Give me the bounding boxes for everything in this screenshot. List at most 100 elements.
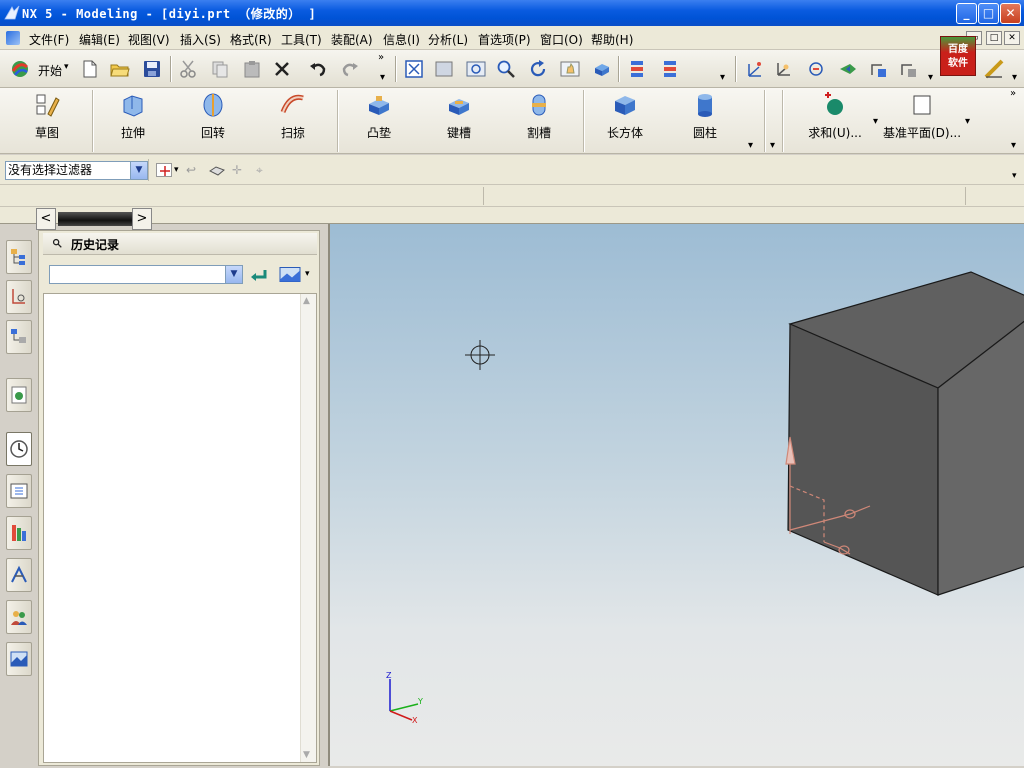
close-button[interactable]: ✕ — [1000, 3, 1021, 24]
maximize-button[interactable]: □ — [978, 3, 999, 24]
toolbar-dropdown-icon[interactable]: ▾ — [1012, 72, 1017, 83]
save-icon[interactable] — [140, 57, 164, 81]
wcs-orient-icon[interactable] — [836, 57, 860, 81]
wcs-save-icon[interactable] — [866, 57, 890, 81]
menu-assembly[interactable]: 装配(A) — [331, 31, 373, 48]
start-button[interactable]: 开始 — [38, 62, 62, 79]
graphics-canvas[interactable]: Z Y X — [330, 224, 1024, 766]
menu-view[interactable]: 视图(V) — [128, 31, 170, 48]
wcs-origin-icon[interactable] — [742, 57, 766, 81]
zoom-icon[interactable] — [464, 57, 488, 81]
menu-edit[interactable]: 编辑(E) — [79, 31, 120, 48]
assembly-navigator-icon[interactable] — [6, 240, 32, 274]
copy-icon[interactable] — [208, 57, 232, 81]
start-icon[interactable] — [8, 57, 32, 81]
mdi-maximize-icon[interactable]: □ — [986, 31, 1002, 45]
layer-visibility-icon[interactable] — [658, 57, 682, 81]
constraint-navigator-icon[interactable] — [6, 280, 32, 314]
deselect-icon[interactable] — [208, 163, 226, 177]
process-studio-icon[interactable] — [6, 558, 32, 592]
block-button[interactable]: 长方体 — [590, 92, 660, 141]
delete-icon[interactable] — [270, 57, 294, 81]
pin-icon[interactable] — [51, 237, 63, 249]
minimize-button[interactable]: _ — [956, 3, 977, 24]
shaded-view-icon[interactable] — [590, 57, 614, 81]
undo-selection-icon[interactable]: ↩ — [186, 163, 200, 177]
select-all-icon[interactable] — [156, 163, 172, 177]
snap-point-icon[interactable]: ✛ — [232, 163, 248, 177]
zoom-window-icon[interactable] — [432, 57, 456, 81]
redo-icon[interactable] — [338, 57, 362, 81]
scroll-down-icon[interactable]: ▼ — [303, 750, 310, 760]
datum-dropdown-icon[interactable]: ▾ — [965, 116, 970, 127]
toolbar-dropdown-icon[interactable]: ▾ — [748, 140, 753, 151]
history-filter-dropdown[interactable]: ▼ — [49, 265, 243, 284]
return-arrow-icon[interactable] — [249, 267, 269, 283]
vertical-scrollbar[interactable]: ▲ ▼ — [300, 294, 316, 762]
start-dropdown-icon[interactable]: ▾ — [64, 62, 69, 72]
toolbar-dropdown-icon[interactable]: ▾ — [720, 72, 725, 83]
open-folder-icon[interactable] — [108, 57, 132, 81]
toolbar-dropdown-icon[interactable]: ▾ — [770, 140, 775, 151]
part-navigator-icon[interactable] — [6, 320, 32, 354]
slot-button[interactable]: 键槽 — [424, 92, 494, 141]
pan-icon[interactable] — [558, 57, 582, 81]
groove-button[interactable]: 割槽 — [504, 92, 574, 141]
cut-icon[interactable] — [176, 57, 200, 81]
magnifier-icon[interactable] — [494, 57, 518, 81]
toolbar-dropdown-icon[interactable]: ▾ — [928, 72, 933, 83]
pad-button[interactable]: 凸垫 — [344, 92, 414, 141]
toolbar-dropdown-icon[interactable]: ▾ — [380, 72, 385, 83]
toolbar-dropdown-icon[interactable]: ▾ — [1012, 171, 1017, 181]
chevron-down-icon[interactable]: ▼ — [225, 266, 242, 283]
extrude-button[interactable]: 拉伸 — [98, 92, 168, 141]
mdi-close-icon[interactable]: ✕ — [1004, 31, 1020, 45]
rotate-icon[interactable] — [526, 57, 550, 81]
unite-dropdown-icon[interactable]: ▾ — [873, 116, 878, 127]
sweep-button[interactable]: 扫掠 — [258, 92, 328, 141]
reuse-library-icon[interactable] — [6, 474, 32, 508]
sketch-button[interactable]: 草图 — [12, 92, 82, 141]
history-icon[interactable] — [6, 432, 32, 466]
unite-button[interactable]: 求和(U)... — [800, 92, 870, 141]
menu-format[interactable]: 格式(R) — [230, 31, 272, 48]
roles-icon[interactable] — [6, 600, 32, 634]
scroll-up-icon[interactable]: ▲ — [303, 296, 310, 306]
feature-toolbar-overflow-icon[interactable]: » — [1010, 88, 1016, 99]
type-filter-dropdown[interactable]: 没有选择过滤器 ▼ — [5, 161, 148, 180]
palette-dropdown-icon[interactable]: ▾ — [305, 269, 310, 279]
measure-icon[interactable] — [982, 57, 1006, 81]
select-dropdown-icon[interactable]: ▾ — [174, 165, 179, 175]
menu-analysis[interactable]: 分析(L) — [428, 31, 468, 48]
wcs-display-icon[interactable] — [896, 57, 920, 81]
toolbar-overflow-icon[interactable]: » — [378, 52, 384, 63]
toolbar-dropdown-icon[interactable]: ▾ — [1011, 140, 1016, 151]
revolve-button[interactable]: 回转 — [178, 92, 248, 141]
navigator-scroll-left-button[interactable]: < — [36, 208, 56, 230]
menu-tools[interactable]: 工具(T) — [281, 31, 322, 48]
new-file-icon[interactable] — [78, 57, 102, 81]
history-list[interactable]: ▲ ▼ — [43, 293, 317, 763]
image-palette-icon[interactable] — [279, 266, 301, 283]
palette-icon[interactable] — [6, 516, 32, 550]
menu-file[interactable]: 文件(F) — [29, 31, 69, 48]
menu-insert[interactable]: 插入(S) — [180, 31, 221, 48]
menu-preferences[interactable]: 首选项(P) — [478, 31, 531, 48]
menu-window[interactable]: 窗口(O) — [540, 31, 583, 48]
paste-icon[interactable] — [240, 57, 264, 81]
graphics-window[interactable]: Z Y X — [328, 224, 1024, 766]
menu-information[interactable]: 信息(I) — [383, 31, 420, 48]
menu-help[interactable]: 帮助(H) — [591, 31, 633, 48]
navigator-scroll-right-button[interactable]: > — [132, 208, 152, 230]
document-icon[interactable] — [6, 31, 20, 45]
title-bar[interactable]: NX 5 - Modeling - [diyi.prt （修改的） ] _ □ … — [0, 0, 1024, 26]
point-constructor-icon[interactable]: ⌖ — [256, 163, 272, 177]
datum-plane-button[interactable]: 基准平面(D)... — [882, 92, 962, 141]
internet-explorer-icon[interactable] — [6, 378, 32, 412]
undo-icon[interactable] — [306, 57, 330, 81]
fit-view-icon[interactable] — [402, 57, 426, 81]
cylinder-button[interactable]: 圆柱 — [670, 92, 740, 141]
system-visualization-icon[interactable] — [6, 642, 32, 676]
chevron-down-icon[interactable]: ▼ — [130, 162, 147, 179]
wcs-dynamics-icon[interactable] — [772, 57, 796, 81]
